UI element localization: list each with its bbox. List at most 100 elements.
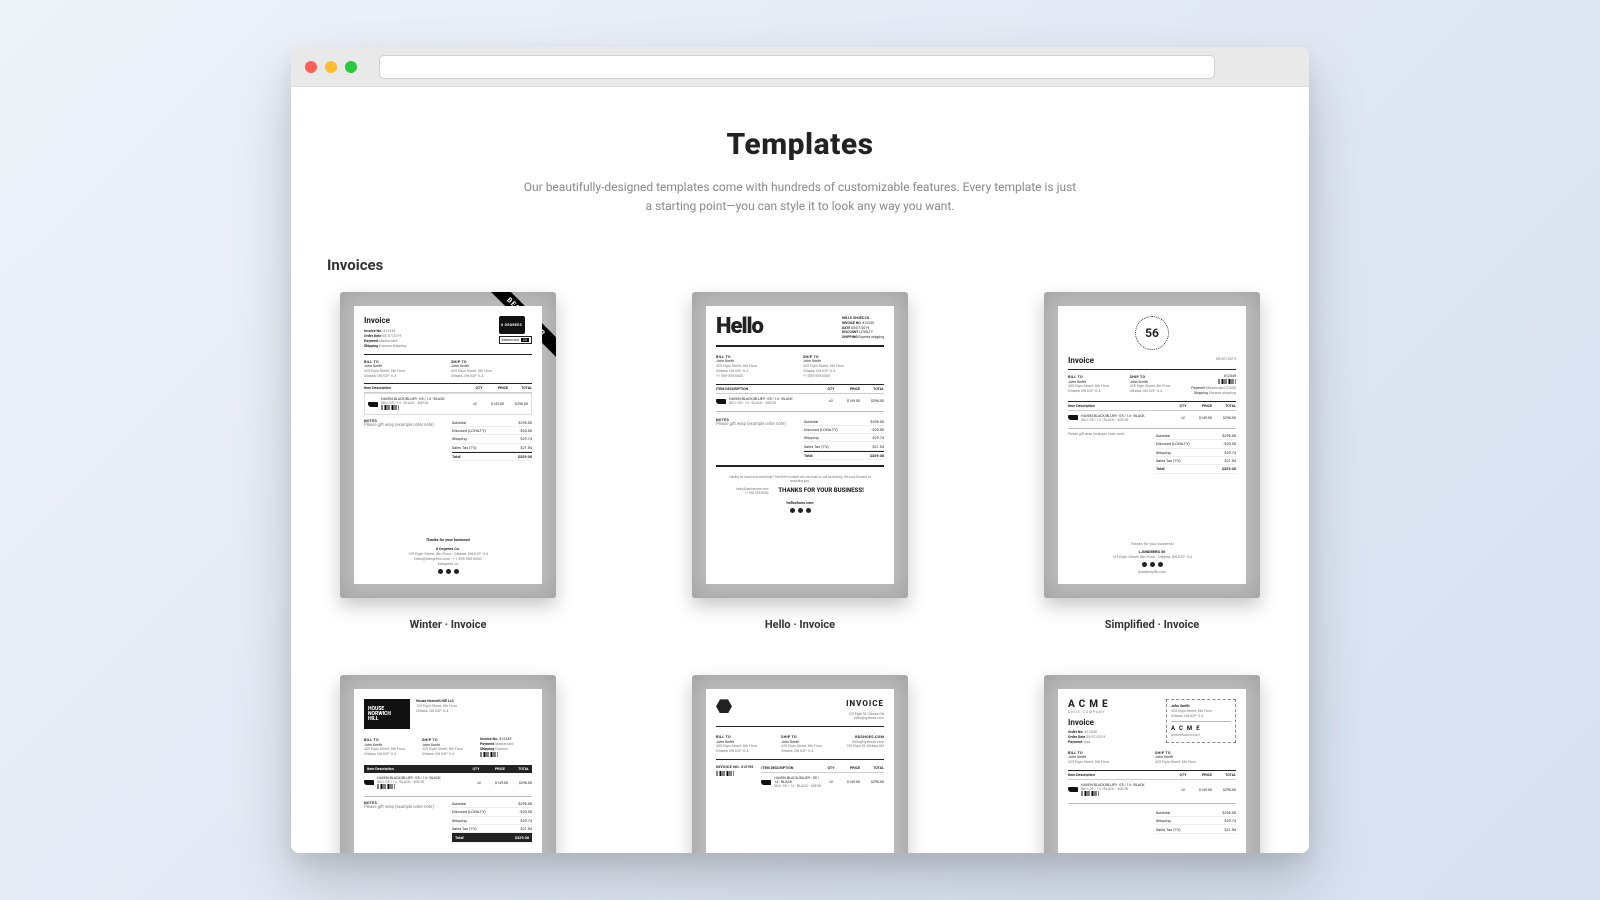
product-icon [364, 780, 374, 785]
val-grand: $329.00 [518, 454, 532, 459]
line-total: $298.00 [1212, 788, 1236, 792]
label-invoice-no: INVOICE NO. [716, 764, 740, 769]
template-card-hex[interactable]: INVOICE 129 Elgin St, Ottawa ON hello@rg… [679, 675, 921, 853]
maximize-window-button[interactable] [345, 61, 357, 73]
facebook-icon [1142, 562, 1147, 567]
val-ship: $29.74 [520, 436, 532, 441]
line-sub: SKU: 05 / 14 · BLACK · 40EUR [774, 784, 824, 788]
line-qty: ×2 [824, 399, 838, 403]
close-window-button[interactable] [305, 61, 317, 73]
val-tax: $21.54 [520, 445, 532, 450]
template-card-house[interactable]: HOUSE NORWICH HILL House Norwich Hill LL… [327, 675, 569, 853]
val-ship: $29.74 [520, 818, 532, 823]
col-desc: Item Description [1068, 773, 1176, 777]
label-ship: Shipping [452, 818, 467, 823]
val-subtotal: $298.00 [518, 801, 532, 806]
val-ship: $29.74 [1224, 450, 1236, 455]
val-subtotal: $298.00 [518, 420, 532, 425]
invoice-heading: INVOICE [846, 699, 884, 708]
brand-logo: ACME [1068, 699, 1112, 710]
value-shipping: Express shipping [379, 344, 406, 348]
label-invoice-no: Invoice No. [480, 737, 498, 741]
minimize-window-button[interactable] [325, 61, 337, 73]
product-icon [761, 780, 771, 785]
template-card-winter[interactable]: BESTSELLER Invoice Invoice No. #12345 Or… [327, 292, 569, 631]
col-price: PRICE [838, 387, 860, 391]
template-card-simplified[interactable]: 56 Invoice 05/07/2019 BILL TO John Smith… [1031, 292, 1273, 631]
col-total: TOTAL [1212, 404, 1236, 408]
template-card-hello[interactable]: Hello HELLO SHOES CO. INVOICE NO. #12345… [679, 292, 921, 631]
line-qty: ×2 [1176, 416, 1190, 420]
facebook-icon [790, 508, 795, 513]
brand-logo: Hello [716, 316, 763, 339]
line-total: $298.00 [860, 780, 884, 784]
note-text: Please gift wrap (example order note) [1068, 432, 1150, 474]
thanks: Thanks for your business! [364, 537, 532, 542]
totals: Subtotal$298.00 Discount (LOYALTY)-$20.0… [1156, 432, 1236, 474]
template-card-acme[interactable]: ACME SHOE COMPANY Invoice Order No. #123… [1031, 675, 1273, 853]
barcode-icon [716, 771, 734, 776]
label-invoice-no: INVOICE NO. [842, 321, 861, 325]
co-site: ljundberg56.com [1068, 569, 1236, 574]
value-payment: Mastercard [495, 742, 513, 746]
value-payment: Visa [1083, 740, 1090, 744]
co-site: helloshoes.com [716, 500, 884, 505]
col-desc: Item Description [1068, 404, 1176, 408]
product-icon [1068, 787, 1078, 792]
template-caption: Hello · Invoice [765, 618, 835, 631]
label-shipping: SHIPPING [842, 335, 858, 339]
customer-box: John Smith 425 Elgin Street, 8th Floor O… [1166, 699, 1236, 742]
col-desc: Item Description [364, 386, 472, 390]
label-tax: Sales Tax (7%) [804, 444, 829, 449]
page-viewport: Templates Our beautifully-designed templ… [291, 87, 1309, 853]
page-title: Templates [327, 127, 1273, 162]
template-thumb-hello: Hello HELLO SHOES CO. INVOICE NO. #12345… [692, 292, 908, 598]
label-discount: Discount (LOYALTY) [452, 428, 486, 433]
label-date: Order Date [1068, 735, 1085, 739]
label-payment: Payment [1191, 386, 1205, 390]
col-price: PRICE [486, 386, 508, 390]
label-payment: Payment [364, 339, 378, 343]
template-thumb-winter: BESTSELLER Invoice Invoice No. #12345 Or… [340, 292, 556, 598]
note-text: Please gift wrap (example order note) [364, 423, 446, 428]
label-payment: Payment [480, 742, 494, 746]
value-payment: Mastercard (2345) [1206, 386, 1236, 390]
line-name: HAVEN BLACK/BLUE9 - 05 / 14 - BLACK [774, 776, 824, 784]
col-qty: QTY [1176, 773, 1190, 777]
value-payment: Mastercard [379, 339, 397, 343]
brand-l3: HILL [368, 717, 406, 722]
brand-logo: 8 DEGREES [499, 316, 525, 334]
template-caption: Simplified · Invoice [1105, 618, 1200, 631]
value-invoice-no: #12345 [383, 329, 395, 333]
line-total: $298.00 [508, 781, 532, 785]
footer-note: Having an issue and need help? Feel free… [725, 475, 875, 483]
label-invoice-no: Invoice No. [364, 329, 382, 333]
line-qty: ×2 [824, 780, 838, 784]
product-icon [1068, 415, 1078, 420]
ship-addr2: Ottawa, ON K2P 1L4 [422, 752, 474, 757]
col-total: TOTAL [1212, 773, 1236, 777]
totals: Subtotal$298.00 Discount (LOYALTY)-$20.0… [452, 418, 532, 461]
line-price: $149.00 [838, 399, 860, 403]
window-controls [305, 61, 357, 73]
label-tax: Sales Tax (7%) [452, 445, 477, 450]
label-discount: DISCOUNT [842, 330, 859, 334]
instagram-icon [1158, 562, 1163, 567]
bill-addr2: Ottawa, ON K2P 1L4 [364, 752, 416, 757]
label-tax: Sales Tax (7%) [1156, 458, 1181, 463]
col-price: PRICE [1190, 773, 1212, 777]
label-ship: Shipping [804, 435, 819, 440]
value-discount: LOYALTY [859, 330, 873, 334]
co-addr: 129 Elgin Street, 8th Floor · Ottawa, ON… [1068, 554, 1236, 559]
val-discount: -$20.00 [519, 809, 532, 814]
totals: Subtotal$298.00 Shipping$29.74 Sales Tax… [1156, 809, 1236, 834]
col-desc: ITEM DESCRIPTION [761, 766, 824, 770]
template-thumb-house: HOUSE NORWICH HILL House Norwich Hill LL… [340, 675, 556, 853]
col-desc: ITEM DESCRIPTION [716, 387, 824, 391]
address-bar[interactable] [379, 55, 1215, 79]
label-ship: Shipping [452, 436, 467, 441]
label-shipping: Shipping [480, 747, 494, 751]
invoice-heading: Invoice [364, 316, 406, 325]
bill-addr2: Ottawa, ON K2P 1L4 [716, 749, 775, 754]
label-subtotal: Subtotal [452, 801, 466, 806]
